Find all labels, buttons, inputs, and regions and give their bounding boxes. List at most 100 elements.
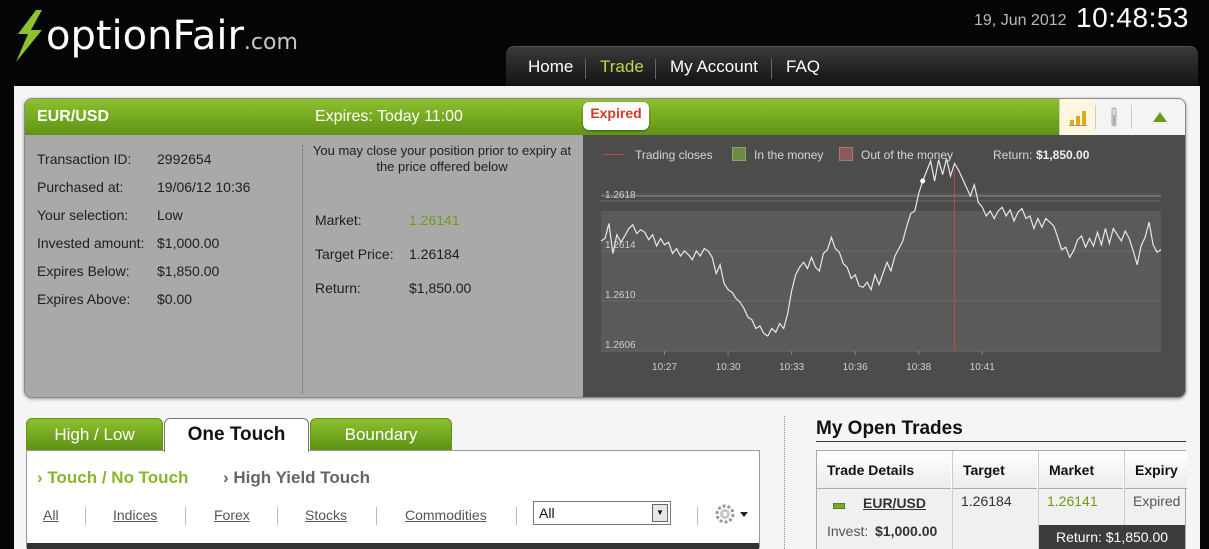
- trade-panel-toolbar: [1059, 99, 1185, 135]
- y-tick-label: 1.2606: [605, 340, 636, 351]
- detail-value: $0.00: [157, 291, 193, 307]
- filter-stocks[interactable]: Stocks: [305, 507, 347, 523]
- filter-commodities[interactable]: Commodities: [405, 507, 487, 523]
- filter-divider: [697, 507, 698, 525]
- detail-value: 2992654: [157, 151, 212, 167]
- market-label: Market:: [315, 212, 362, 228]
- status-badge: Expired: [583, 102, 649, 130]
- plot-area: [601, 211, 1161, 351]
- target-label: Target Price:: [315, 246, 394, 262]
- tab-boundary[interactable]: Boundary: [310, 418, 452, 450]
- header-clock: 10:48:53: [1076, 2, 1189, 33]
- settings-dropdown[interactable]: [713, 501, 753, 527]
- nav-divider: [771, 59, 772, 79]
- return-label: Return:: [315, 280, 361, 296]
- detail-label: Expires Below:: [37, 263, 130, 279]
- filter-indices[interactable]: Indices: [113, 507, 157, 523]
- filter-divider: [277, 507, 278, 525]
- subtab-label: High Yield Touch: [233, 468, 371, 487]
- price-chart: Trading closes In the money Out of the m…: [583, 135, 1185, 397]
- subtab-touch-no-touch[interactable]: › Touch / No Touch: [37, 468, 188, 488]
- column-divider: [952, 451, 953, 549]
- trade-expiry-status: Expired: [1133, 493, 1181, 509]
- x-tick-label: 10:30: [716, 362, 741, 373]
- collapse-arrow-icon[interactable]: [1142, 99, 1177, 135]
- detail-value: Low: [157, 207, 183, 223]
- column-header-trade-details: Trade Details: [817, 451, 951, 489]
- trade-market: 1.26141: [1047, 493, 1098, 509]
- trade-panel-header: EUR/USD Expires: Today 11:00 Expired: [25, 99, 1185, 135]
- x-tick-label: 10:38: [906, 362, 931, 373]
- x-tick-label: 10:36: [843, 362, 868, 373]
- logo[interactable]: optionFair .com: [14, 8, 298, 64]
- trade-panel: EUR/USD Expires: Today 11:00 Expired Tra…: [24, 98, 1186, 398]
- nav-divider: [655, 59, 656, 79]
- main-nav: Home Trade My Account FAQ: [506, 46, 1198, 86]
- nav-my-account[interactable]: My Account: [670, 57, 758, 77]
- filter-all[interactable]: All: [43, 507, 59, 523]
- logo-suffix: .com: [243, 29, 298, 55]
- bar-chart-icon[interactable]: [1060, 99, 1095, 135]
- return-value: $1,850.00: [409, 280, 472, 296]
- invest-label: Invest:: [827, 523, 869, 539]
- trade-status-icon: [833, 503, 845, 509]
- x-tick-label: 10:41: [970, 362, 995, 373]
- target-value: 1.26184: [409, 246, 460, 262]
- logo-text: optionFair: [46, 13, 244, 59]
- x-tick-label: 10:33: [779, 362, 804, 373]
- trade-pair-link[interactable]: EUR/USD: [863, 495, 926, 511]
- y-tick-label: 1.2618: [605, 190, 636, 201]
- column-header-market: Market: [1039, 451, 1123, 489]
- nav-trade[interactable]: Trade: [600, 57, 644, 77]
- trade-expiry: Expires: Today 11:00: [315, 108, 463, 125]
- detail-label: Invested amount:: [37, 235, 145, 251]
- tab-high-low[interactable]: High / Low: [26, 418, 163, 450]
- detail-label: Transaction ID:: [37, 151, 132, 167]
- open-trades-rule: [816, 441, 1186, 442]
- y-tick-label: 1.2610: [605, 290, 636, 301]
- detail-label: Your selection:: [37, 207, 129, 223]
- assets-list-header: [27, 543, 759, 549]
- filter-divider: [376, 507, 377, 525]
- purchase-point: [920, 178, 926, 184]
- detail-value: $1,000.00: [157, 235, 220, 251]
- column-header-target: Target: [953, 451, 1037, 489]
- asset-select[interactable]: All ▼: [533, 501, 671, 525]
- filter-forex[interactable]: Forex: [214, 507, 250, 523]
- detail-value: 19/06/12 10:36: [157, 179, 251, 195]
- trade-return: Return: $1,850.00: [1039, 525, 1185, 549]
- open-trades-title: My Open Trades: [816, 418, 963, 439]
- option-type-tabs: High / Low One Touch Boundary › Touch / …: [26, 418, 760, 549]
- chevron-down-icon[interactable]: ▼: [652, 504, 668, 522]
- nav-divider: [585, 59, 586, 79]
- main-content: EUR/USD Expires: Today 11:00 Expired Tra…: [14, 86, 1200, 549]
- nav-home[interactable]: Home: [528, 57, 573, 77]
- market-value: 1.26141: [409, 212, 460, 228]
- filter-divider: [185, 507, 186, 525]
- filter-divider: [85, 507, 86, 525]
- header-date: 19, Jun 2012: [974, 12, 1067, 29]
- column-divider: [784, 416, 785, 549]
- detail-label: Purchased at:: [37, 179, 124, 195]
- tab-one-touch[interactable]: One Touch: [164, 418, 309, 452]
- thermometer-icon[interactable]: [1096, 99, 1131, 135]
- nav-faq[interactable]: FAQ: [786, 57, 820, 77]
- toolbar-divider: [1131, 105, 1132, 129]
- logo-bolt-icon: [16, 10, 42, 62]
- gear-icon: [715, 504, 748, 524]
- detail-value: $1,850.00: [157, 263, 220, 279]
- chart-canvas: 1.26061.26101.26141.261810:27 10:30 10:33 1…: [600, 158, 1162, 373]
- tab-content: › Touch / No Touch › High Yield Touch Al…: [26, 450, 760, 549]
- close-position-note: You may close your position prior to exp…: [312, 143, 572, 174]
- subtab-high-yield-touch[interactable]: › High Yield Touch: [223, 468, 370, 488]
- trade-target: 1.26184: [961, 493, 1012, 509]
- trade-pair: EUR/USD: [37, 108, 110, 125]
- invest-value: $1,000.00: [875, 523, 938, 539]
- asset-select-value: All: [539, 505, 555, 521]
- subtab-label: Touch / No Touch: [47, 468, 189, 487]
- details-divider: [302, 145, 303, 393]
- x-tick-label: 10:27: [652, 362, 677, 373]
- detail-label: Expires Above:: [37, 291, 131, 307]
- open-trades-table: Trade Details Target Market Expiry EUR/U…: [816, 450, 1187, 549]
- filter-divider: [516, 507, 517, 525]
